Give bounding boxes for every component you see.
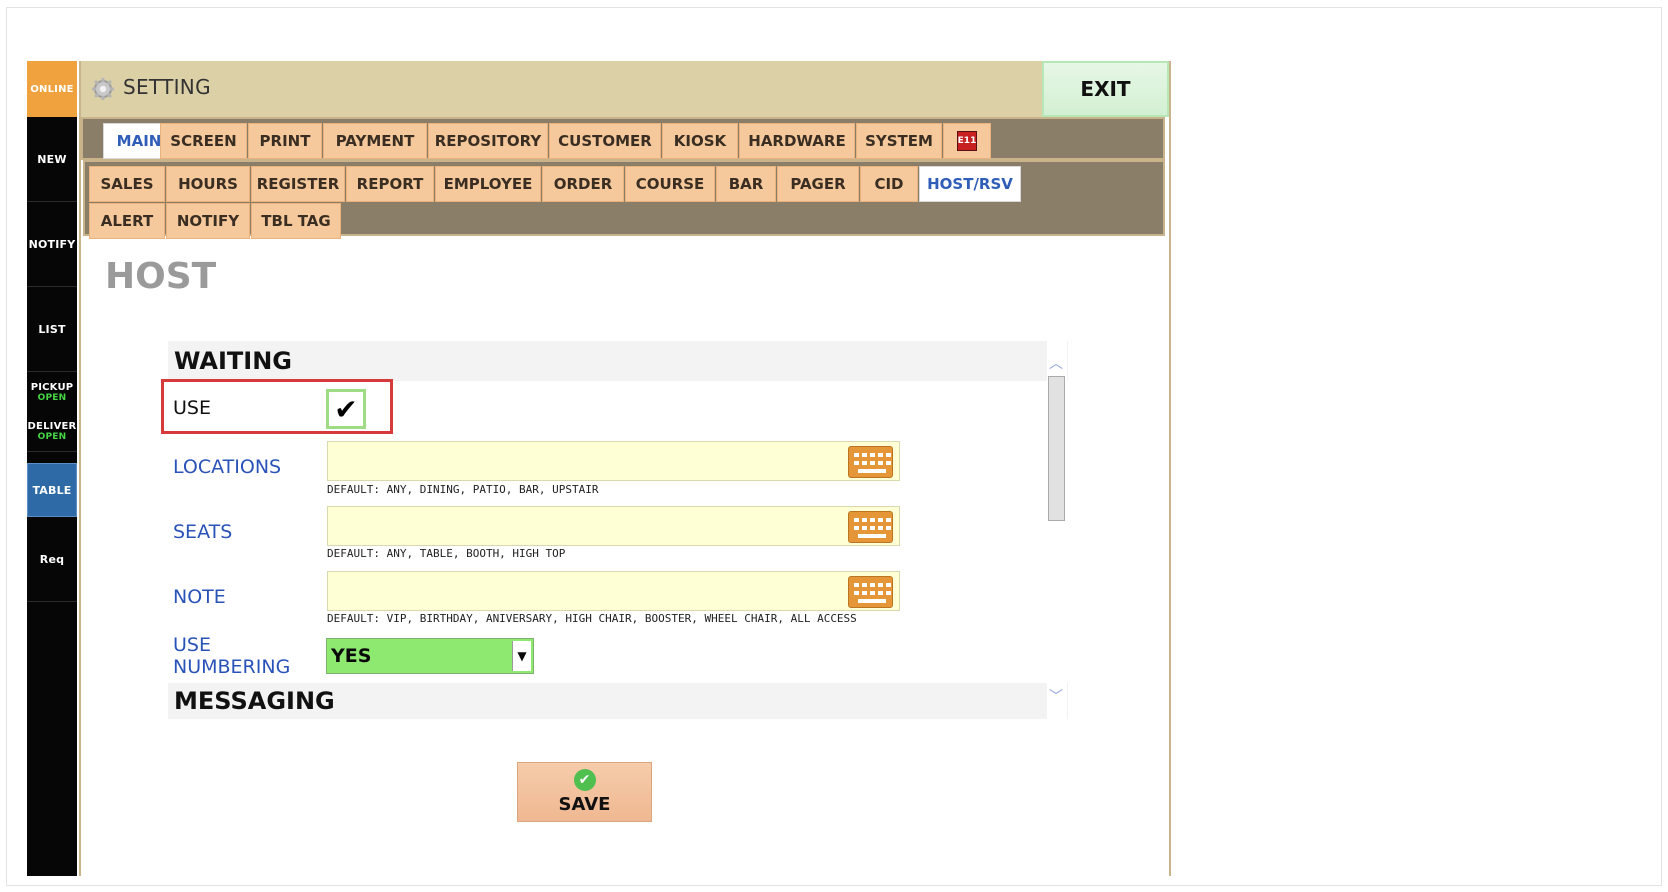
settings-window: SETTING EXIT MAIN SCREEN PRINT PAYMENT R… bbox=[79, 61, 1171, 876]
sidebar-item-table[interactable]: TABLE bbox=[27, 463, 77, 517]
keyboard-icon[interactable] bbox=[848, 446, 893, 478]
sidebar-online-label: ONLINE bbox=[30, 83, 74, 95]
gear-icon bbox=[92, 78, 114, 100]
tab-course[interactable]: COURSE bbox=[625, 166, 715, 202]
tab-e11[interactable]: E11 bbox=[943, 123, 991, 159]
use-numbering-select[interactable]: YES ▼ bbox=[326, 638, 534, 674]
tab-repository[interactable]: REPOSITORY bbox=[428, 123, 548, 159]
e11-icon: E11 bbox=[957, 131, 977, 151]
seats-hint: DEFAULT: ANY, TABLE, BOOTH, HIGH TOP bbox=[327, 547, 566, 560]
page-title-setting: SETTING bbox=[123, 75, 211, 99]
sidebar-item-list[interactable]: LIST bbox=[27, 287, 77, 372]
tab-employee[interactable]: EMPLOYEE bbox=[435, 166, 541, 202]
sidebar-item-notify[interactable]: NOTIFY bbox=[27, 202, 77, 287]
tab-tbl-tag[interactable]: TBL TAG bbox=[251, 203, 341, 239]
tab-alert[interactable]: ALERT bbox=[89, 203, 165, 239]
note-input[interactable] bbox=[328, 572, 851, 610]
left-sidebar: ONLINE NEW NOTIFY LIST PICKUP OPEN DELIV… bbox=[27, 61, 77, 876]
exit-button[interactable]: EXIT bbox=[1042, 61, 1169, 117]
use-numbering-label: USE NUMBERING bbox=[173, 634, 290, 678]
scroll-up-icon[interactable]: ︿ bbox=[1048, 353, 1064, 373]
sub-tab-bar: SALES HOURS REGISTER REPORT EMPLOYEE ORD… bbox=[83, 160, 1165, 239]
sidebar-new-label: NEW bbox=[37, 152, 67, 166]
keyboard-icon[interactable] bbox=[848, 576, 893, 608]
tab-payment[interactable]: PAYMENT bbox=[323, 123, 427, 159]
note-field[interactable] bbox=[327, 571, 900, 611]
locations-field[interactable] bbox=[327, 441, 900, 481]
tab-customer[interactable]: CUSTOMER bbox=[549, 123, 661, 159]
tab-screen[interactable]: SCREEN bbox=[160, 123, 247, 159]
tab-system[interactable]: SYSTEM bbox=[856, 123, 942, 159]
sidebar-pickup-label: PICKUP bbox=[30, 381, 74, 393]
tab-register[interactable]: REGISTER bbox=[251, 166, 345, 202]
tab-hardware[interactable]: HARDWARE bbox=[739, 123, 855, 159]
locations-label: LOCATIONS bbox=[173, 456, 282, 478]
sidebar-table-label: TABLE bbox=[32, 483, 72, 497]
sidebar-pickup-status: OPEN bbox=[37, 392, 67, 403]
sidebar-deliver-label: DELIVER bbox=[27, 421, 77, 432]
locations-input[interactable] bbox=[328, 442, 851, 480]
sidebar-item-new[interactable]: NEW bbox=[27, 117, 77, 202]
tab-cid[interactable]: CID bbox=[860, 166, 918, 202]
messaging-heading: MESSAGING bbox=[168, 683, 1068, 719]
locations-hint: DEFAULT: ANY, DINING, PATIO, BAR, UPSTAI… bbox=[327, 483, 599, 496]
sidebar-item-deliver[interactable]: DELIVER OPEN bbox=[27, 412, 77, 452]
seats-input[interactable] bbox=[328, 507, 851, 545]
use-numbering-value: YES bbox=[331, 645, 372, 667]
seats-label: SEATS bbox=[173, 521, 233, 543]
tab-sales[interactable]: SALES bbox=[89, 166, 165, 202]
tab-bar[interactable]: BAR bbox=[716, 166, 776, 202]
note-hint: DEFAULT: VIP, BIRTHDAY, ANIVERSARY, HIGH… bbox=[327, 612, 857, 625]
tab-order[interactable]: ORDER bbox=[542, 166, 624, 202]
use-numbering-label-line1: USE bbox=[173, 634, 211, 656]
use-numbering-label-line2: NUMBERING bbox=[173, 656, 291, 678]
tab-kiosk[interactable]: KIOSK bbox=[662, 123, 738, 159]
title-bar: SETTING EXIT bbox=[81, 61, 1169, 117]
sidebar-deliver-status: OPEN bbox=[37, 432, 67, 442]
sidebar-list-label: LIST bbox=[38, 322, 66, 336]
keyboard-icon[interactable] bbox=[848, 511, 893, 543]
tab-notify[interactable]: NOTIFY bbox=[166, 203, 250, 239]
tab-print[interactable]: PRINT bbox=[248, 123, 322, 159]
waiting-heading: WAITING bbox=[168, 341, 1068, 381]
sidebar-item-req[interactable]: Req bbox=[27, 517, 77, 602]
tab-hours[interactable]: HOURS bbox=[166, 166, 250, 202]
seats-field[interactable] bbox=[327, 506, 900, 546]
save-label: SAVE bbox=[558, 794, 611, 815]
note-label: NOTE bbox=[173, 586, 226, 608]
use-label: USE bbox=[173, 397, 211, 419]
sidebar-notify-label: NOTIFY bbox=[28, 237, 76, 251]
sidebar-item-online[interactable]: ONLINE bbox=[27, 61, 77, 117]
save-button[interactable]: ✔ SAVE bbox=[517, 762, 652, 822]
main-tab-bar: MAIN SCREEN PRINT PAYMENT REPOSITORY CUS… bbox=[81, 117, 1165, 160]
chevron-down-icon[interactable]: ▼ bbox=[512, 641, 531, 671]
tab-pager[interactable]: PAGER bbox=[777, 166, 859, 202]
section-title-host: HOST bbox=[105, 256, 217, 297]
use-checkbox[interactable]: ✔ bbox=[326, 389, 366, 429]
sidebar-req-label: Req bbox=[39, 552, 65, 566]
scroll-down-icon[interactable]: ﹀ bbox=[1048, 686, 1064, 706]
sidebar-item-pickup[interactable]: PICKUP OPEN bbox=[27, 372, 77, 412]
scrollbar-thumb[interactable] bbox=[1048, 376, 1065, 521]
check-icon: ✔ bbox=[573, 769, 596, 791]
tab-report[interactable]: REPORT bbox=[346, 166, 434, 202]
tab-host-rsv[interactable]: HOST/RSV bbox=[919, 166, 1021, 202]
